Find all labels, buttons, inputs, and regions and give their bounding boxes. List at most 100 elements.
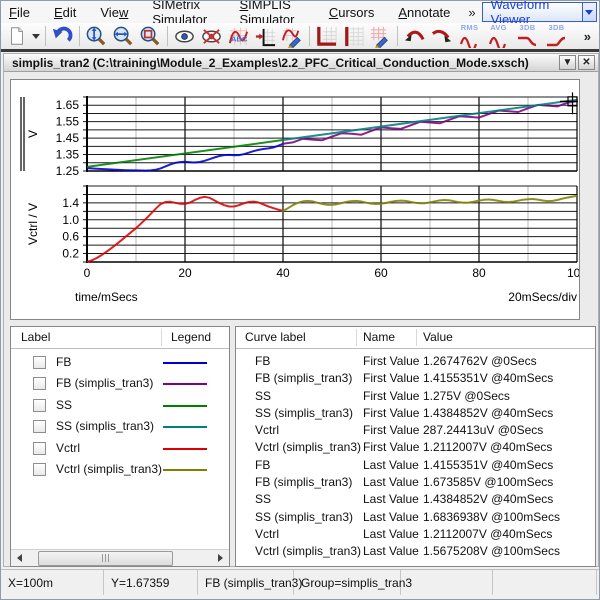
close-icon[interactable]: ✕ <box>578 55 595 70</box>
highpass-icon <box>544 34 570 48</box>
svg-text:Vctrl / V: Vctrl / V <box>26 203 40 245</box>
curve-checkbox[interactable] <box>33 399 46 412</box>
edit-grid-button[interactable] <box>367 23 394 49</box>
svg-text:1.45: 1.45 <box>56 131 80 145</box>
rms-button[interactable]: RMS <box>455 23 484 49</box>
sine-icon <box>486 34 512 48</box>
legend-row[interactable]: SS <box>11 395 229 416</box>
menu-file[interactable]: File <box>1 5 42 20</box>
menu-overflow-chevron[interactable]: » <box>462 5 481 20</box>
curve-label-icon: ABC <box>227 25 250 48</box>
curve-label: FB (simplis_tran3) <box>56 376 153 390</box>
curve-value-row[interactable]: SS (simplis_tran3)Last Value1.6836938V @… <box>236 509 595 526</box>
curve-value-row[interactable]: Vctrl (simplis_tran3)First Value1.211200… <box>236 439 595 456</box>
svg-text:1.35: 1.35 <box>56 148 80 162</box>
legend-row[interactable]: SS (simplis_tran3) <box>11 416 229 437</box>
waveform-graph[interactable]: 1.251.351.451.551.65V0.20.61.01.4Vctrl /… <box>10 79 580 320</box>
curve-value-row[interactable]: SSFirst Value1.275V @0Secs <box>236 388 595 405</box>
hide-curve-button[interactable] <box>198 23 225 49</box>
status-empty <box>401 570 493 595</box>
menu-annotate[interactable]: Annotate <box>386 5 462 20</box>
svg-text:0: 0 <box>84 266 91 280</box>
legend-row[interactable]: FB (simplis_tran3) <box>11 373 229 394</box>
add-axis-button[interactable] <box>252 23 279 49</box>
curve-label: Vctrl <box>255 423 279 437</box>
measure-name: First Value <box>363 423 419 437</box>
curve-forward-button[interactable] <box>428 23 455 49</box>
scrollbar-track[interactable] <box>28 550 212 567</box>
measure-value: 1.275V @0Secs <box>423 389 510 403</box>
curve-value-row[interactable]: FBLast Value1.4155351V @40mSecs <box>236 457 595 474</box>
scroll-left-arrow-icon[interactable] <box>11 550 28 567</box>
zoom-x-button[interactable] <box>110 23 137 49</box>
menu-edit[interactable]: Edit <box>42 5 88 20</box>
toolbar: ABC <box>1 23 599 49</box>
horizontal-scrollbar[interactable] <box>11 549 229 566</box>
curve-value-row[interactable]: FBFirst Value1.2674762V @0Secs <box>236 353 595 370</box>
measure-value: 1.4155351V @40mSecs <box>423 458 553 472</box>
curve-back-button[interactable] <box>401 23 428 49</box>
legend-row[interactable]: Vctrl (simplis_tran3) <box>11 459 229 480</box>
curve-label: Vctrl <box>56 441 80 455</box>
toolbar-separator <box>167 26 168 46</box>
zoom-area-button[interactable] <box>137 23 164 49</box>
viewer-select[interactable]: Waveform Viewer <box>482 2 597 22</box>
menu-cursors[interactable]: Cursors <box>317 5 387 20</box>
curve-label: FB <box>255 458 270 472</box>
toolbar-divider <box>1 49 599 52</box>
curve-checkbox[interactable] <box>33 356 46 369</box>
curve-label: Vctrl (simplis_tran3) <box>255 544 361 558</box>
measure-value: 1.5675208V @100mSecs <box>423 544 560 558</box>
plot-canvas[interactable]: 1.251.351.451.551.65V0.20.61.01.4Vctrl /… <box>11 80 579 319</box>
column-header-label: Label <box>21 330 50 344</box>
legend-row[interactable]: FB <box>11 352 229 373</box>
legend-line <box>163 448 207 450</box>
svg-text:ABC: ABC <box>231 34 248 43</box>
toolbar-separator <box>397 26 398 46</box>
curve-value-row[interactable]: SSLast Value1.4384852V @40mSecs <box>236 491 595 508</box>
new-axis-button[interactable] <box>313 23 340 49</box>
curve-checkbox[interactable] <box>33 463 46 476</box>
svg-text:60: 60 <box>374 266 388 280</box>
new-graph-dropdown[interactable] <box>30 23 42 49</box>
svg-text:1.55: 1.55 <box>56 115 80 129</box>
curve-checkbox[interactable] <box>33 420 46 433</box>
new-grid-button[interactable] <box>340 23 367 49</box>
measure-name: First Value <box>363 440 419 454</box>
curve-checkbox[interactable] <box>33 377 46 390</box>
avg-button[interactable]: AVG <box>484 23 513 49</box>
collapse-button[interactable]: ▼ <box>559 55 576 70</box>
curve-pencil-icon <box>281 25 304 48</box>
menu-view[interactable]: View <box>88 5 140 20</box>
undo-arrow-icon <box>51 25 74 48</box>
curve-value-row[interactable]: SS (simplis_tran3)First Value1.4384852V … <box>236 405 595 422</box>
show-curve-button[interactable] <box>171 23 198 49</box>
curve-value-row[interactable]: VctrlLast Value1.2112007V @40mSecs <box>236 526 595 543</box>
curve-value-row[interactable]: FB (simplis_tran3)First Value1.4155351V … <box>236 370 595 387</box>
db-lowpass-button[interactable]: 3DB <box>513 23 542 49</box>
curve-label: SS (simplis_tran3) <box>255 406 353 420</box>
eye-icon <box>173 25 196 48</box>
edit-curve-button[interactable] <box>279 23 306 49</box>
scroll-right-arrow-icon[interactable] <box>212 550 229 567</box>
db-highpass-button[interactable]: 3DB <box>542 23 571 49</box>
svg-text:1.25: 1.25 <box>56 164 80 178</box>
curve-value-row[interactable]: Vctrl (simplis_tran3)Last Value1.5675208… <box>236 543 595 560</box>
zoom-y-button[interactable] <box>83 23 110 49</box>
curve-checkbox[interactable] <box>33 442 46 455</box>
svg-text:1.0: 1.0 <box>62 213 79 227</box>
scrollbar-thumb[interactable] <box>38 551 173 566</box>
toolbar-overflow-chevron[interactable]: » <box>578 29 599 44</box>
curve-value-row[interactable]: FB (simplis_tran3)Last Value1.673585V @1… <box>236 474 595 491</box>
curve-value-row[interactable]: VctrlFirst Value287.24413uV @0Secs <box>236 422 595 439</box>
avg-label: AVG <box>484 23 513 32</box>
undo-button[interactable] <box>49 23 76 49</box>
label-curve-button[interactable]: ABC <box>225 23 252 49</box>
status-bar: X=100mY=1.67359FB (simplis_tran3)Group=s… <box>1 569 599 595</box>
legend-row[interactable]: Vctrl <box>11 438 229 459</box>
curve-label: SS <box>255 389 271 403</box>
chevron-down-icon[interactable] <box>582 3 596 21</box>
new-graph-button[interactable] <box>3 23 30 49</box>
measure-value: 1.6836938V @100mSecs <box>423 510 560 524</box>
measure-name: First Value <box>363 371 419 385</box>
